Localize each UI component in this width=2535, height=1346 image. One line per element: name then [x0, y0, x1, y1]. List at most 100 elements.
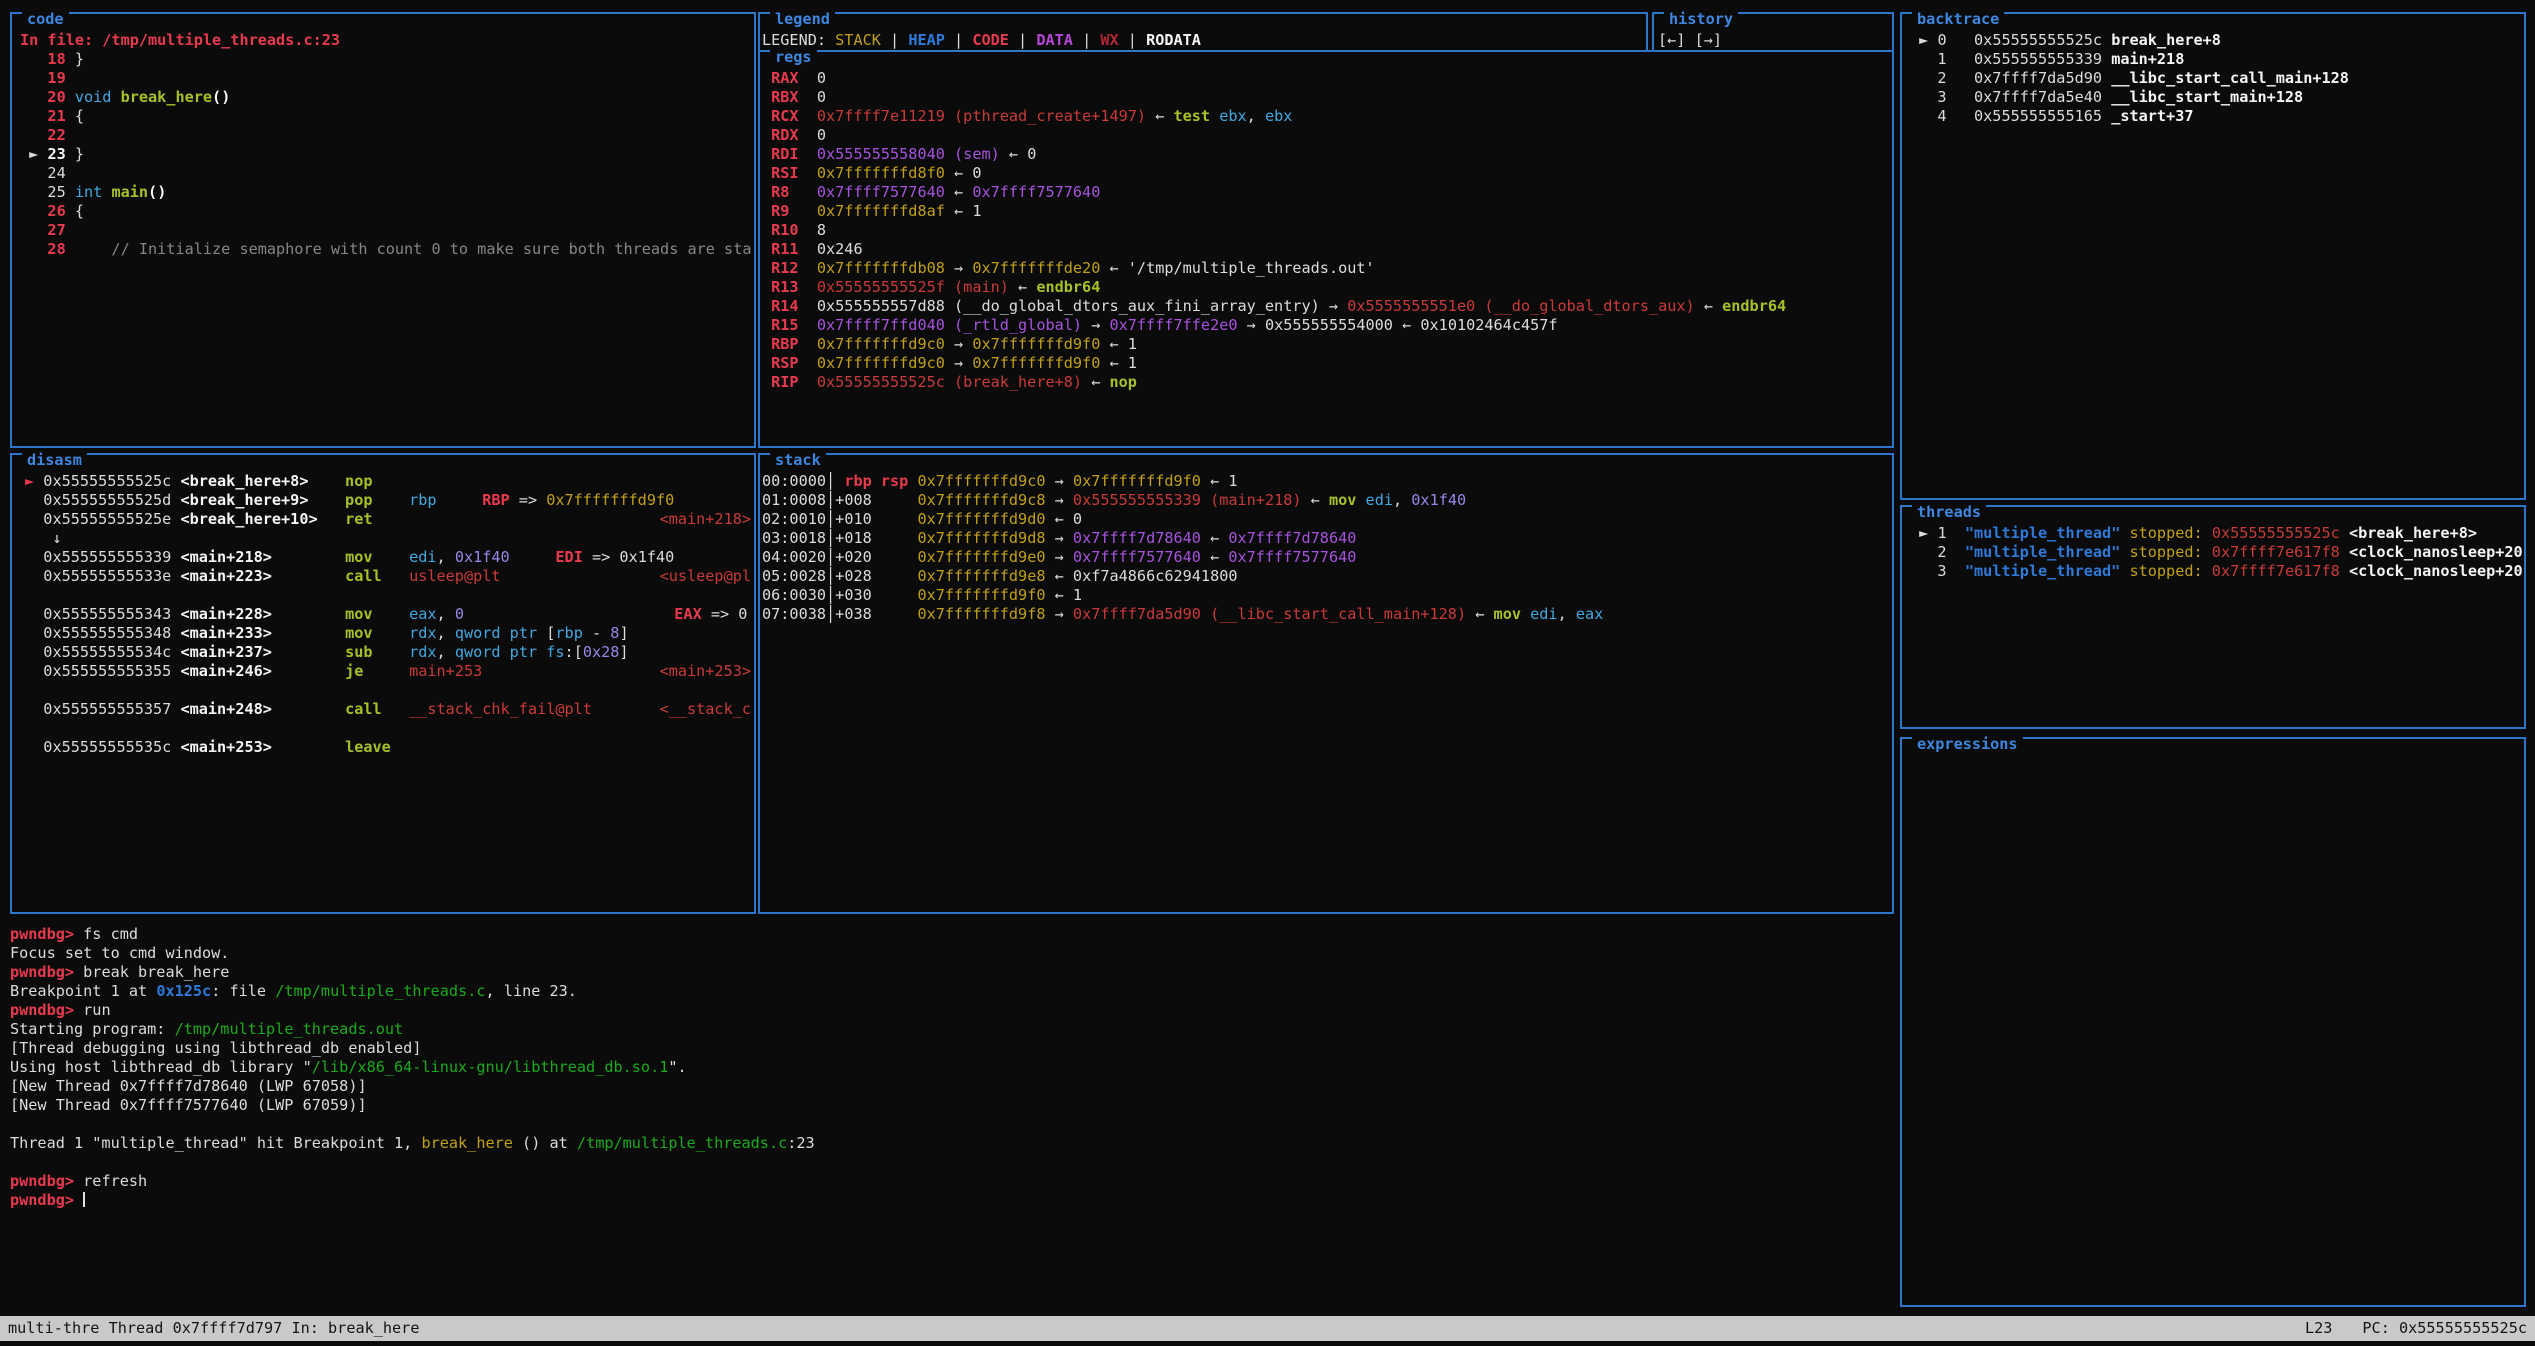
text-segment: , line 23.: [486, 982, 577, 1000]
backtrace-entry: 3 0x7ffff7da5e40 __libc_start_main+128: [1910, 88, 2524, 107]
text-segment: 22: [20, 126, 66, 144]
text-segment: ,: [1247, 107, 1265, 125]
code-line: 27: [20, 221, 754, 240]
terminal-line: Breakpoint 1 at 0x125c: file /tmp/multip…: [10, 982, 1890, 1001]
history-forward-button[interactable]: [→]: [1695, 31, 1722, 49]
text-segment: () at: [513, 1134, 577, 1152]
text-segment: EDI: [555, 548, 582, 566]
register-row: R13 0x55555555525f (main) ← endbr64: [762, 278, 1892, 297]
text-segment: <break_here+8>: [171, 472, 308, 490]
text-segment: <break_here+9>: [171, 491, 308, 509]
text-segment: pwndbg>: [10, 963, 83, 981]
text-segment: 0x7fffffffdb08: [817, 259, 945, 277]
disasm-line-right-annotation: <main+218>: [660, 510, 751, 529]
text-segment: break_here: [121, 88, 212, 106]
text-segment: 1: [1128, 354, 1137, 372]
text-segment: 04:0020: [762, 548, 826, 566]
text-segment: 0x7ffff7577640: [1073, 548, 1201, 566]
text-segment: 1: [1937, 524, 1946, 542]
text-segment: ,: [1558, 605, 1576, 623]
register-row: R12 0x7fffffffdb08 → 0x7fffffffde20 ← '/…: [762, 259, 1892, 278]
text-segment: [872, 567, 918, 585]
text-segment: call: [345, 700, 382, 718]
text-segment: [272, 567, 345, 585]
text-segment: [2340, 524, 2349, 542]
text-segment: 24: [20, 164, 66, 182]
status-thread-info: multi-thre Thread 0x7ffff7d797 In: break…: [8, 1316, 419, 1341]
terminal-line: Focus set to cmd window.: [10, 944, 1890, 963]
text-segment: {: [75, 202, 84, 220]
text-segment: CODE: [972, 31, 1009, 49]
text-segment: qword ptr: [455, 624, 546, 642]
text-segment: Breakpoint 1 at: [10, 982, 156, 1000]
text-segment: 0x555555555355: [43, 662, 171, 680]
text-segment: 0x7fffffffd9d0: [917, 510, 1045, 528]
text-segment: [872, 529, 918, 547]
text-segment: +038: [835, 605, 872, 623]
text-segment: →: [945, 354, 972, 372]
text-segment: 0x7fffffffde20: [972, 259, 1100, 277]
text-segment: ←: [1100, 335, 1127, 353]
text-segment: 0x55555555535c: [43, 738, 171, 756]
text-segment: 2: [1910, 69, 1974, 87]
text-segment: refresh: [83, 1172, 147, 1190]
text-segment: ←: [1695, 297, 1722, 315]
text-segment: =>: [510, 491, 547, 509]
text-segment: ←: [1146, 107, 1173, 125]
text-segment: [2102, 107, 2111, 125]
text-segment: |: [1119, 31, 1146, 49]
text-segment: 0: [738, 605, 747, 623]
text-segment: mov: [345, 624, 372, 642]
text-segment: 05:0028: [762, 567, 826, 585]
text-segment: pwndbg>: [10, 925, 83, 943]
text-segment: 18: [20, 50, 75, 68]
terminal-line: pwndbg> fs cmd: [10, 925, 1890, 944]
text-segment: ←: [1045, 510, 1072, 528]
history-back-button[interactable]: [←]: [1658, 31, 1685, 49]
text-segment: 0x7ffff7577640: [1228, 548, 1356, 566]
text-segment: │: [826, 567, 835, 585]
text-segment: [2203, 524, 2212, 542]
terminal-output[interactable]: pwndbg> fs cmdFocus set to cmd window.pw…: [10, 925, 1890, 1210]
text-segment: HEAP: [908, 31, 945, 49]
text-segment: :23: [787, 1134, 814, 1152]
text-segment: R11: [762, 240, 817, 258]
text-segment: 0x10102464c457f: [1420, 316, 1557, 334]
history-panel: history [←] [→]: [1652, 12, 1894, 50]
text-segment: eax: [409, 605, 436, 623]
text-segment: │: [826, 529, 835, 547]
text-segment: ]: [619, 624, 628, 642]
text-segment: 0: [455, 605, 464, 623]
text-segment: [318, 510, 345, 528]
terminal-line: Using host libthread_db library "/lib/x8…: [10, 1058, 1890, 1077]
text-segment: 0x7fffffffd8af: [817, 202, 945, 220]
text-segment: [272, 738, 345, 756]
text-segment: RBP: [482, 491, 509, 509]
text-segment: ►: [1910, 31, 1937, 49]
text-segment: →: [1082, 316, 1109, 334]
text-segment: <clock_nanosleep+20: [2349, 562, 2523, 580]
text-segment: 0x555555555357: [43, 700, 171, 718]
disasm-line: 0x55555555534c <main+237> sub rdx, qword…: [25, 643, 754, 662]
text-segment: ←: [945, 164, 972, 182]
text-segment: [25, 662, 43, 680]
register-row: RIP 0x55555555525c (break_here+8) ← nop: [762, 373, 1892, 392]
text-segment: →: [1046, 472, 1073, 490]
text-segment: <usleep@pl: [660, 567, 751, 585]
text-segment: fs: [546, 643, 564, 661]
text-segment: 1: [1228, 472, 1237, 490]
text-segment: <break_here+10>: [171, 510, 317, 528]
text-segment: →: [1045, 491, 1072, 509]
text-segment: [2203, 543, 2212, 561]
text-segment: 0x7fffffffd9c0: [917, 472, 1045, 490]
text-segment: 27: [20, 221, 66, 239]
text-segment: 1: [1073, 586, 1082, 604]
text-segment: 1: [1910, 50, 1974, 68]
text-segment: 28: [20, 240, 66, 258]
text-segment: 0x7ffff7da5d90: [1974, 69, 2102, 87]
text-segment: +018: [835, 529, 872, 547]
text-segment: rdx: [409, 624, 436, 642]
text-segment: usleep@plt: [409, 567, 500, 585]
text-segment: [25, 738, 43, 756]
text-segment: R12: [762, 259, 817, 277]
